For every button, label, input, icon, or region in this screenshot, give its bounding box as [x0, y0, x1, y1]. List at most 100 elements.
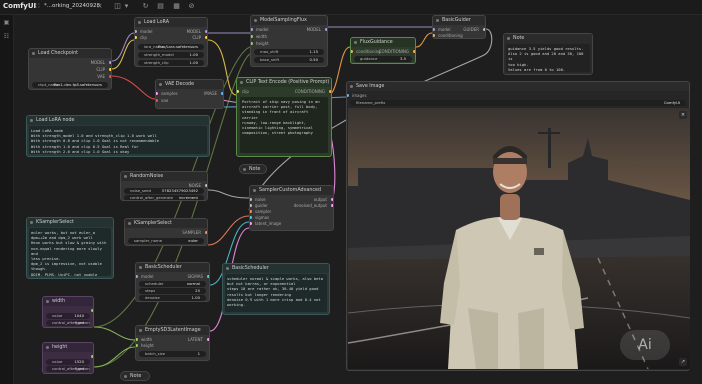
generated-image-preview[interactable]: × Ai ↗	[348, 108, 690, 369]
output-conditioning-socket[interactable]	[413, 50, 415, 53]
node-note-load-lora[interactable]: Load LoRA node Load LoRA node With stren…	[26, 115, 210, 157]
output-clip-socket[interactable]	[109, 68, 111, 71]
node-note-collapsed[interactable]: Note	[239, 164, 267, 174]
output-denoised-socket[interactable]	[331, 204, 333, 207]
input-clip-socket[interactable]	[135, 36, 137, 39]
input-model-socket[interactable]	[251, 28, 253, 31]
queue-icon[interactable]: ☷	[3, 33, 10, 40]
node-width-primitive[interactable]: width value 1040 control_after_generatefi…	[42, 296, 94, 328]
input-latent-socket[interactable]	[250, 222, 252, 225]
node-note-guidance[interactable]: Note guidance 3.5 yields good results. A…	[503, 33, 593, 75]
strength-clip-widget[interactable]: strength_clip 1.00	[138, 60, 204, 66]
node-note-ksampler-select[interactable]: KSamplerSelect euler works, but not eule…	[26, 217, 114, 279]
sampler-name-widget[interactable]: sampler_name euler	[128, 238, 204, 244]
node-load-checkpoint[interactable]: Load Checkpoint MODEL CLIP VAE ckpt_name…	[28, 48, 112, 90]
input-height-socket[interactable]	[251, 42, 253, 45]
output-latent-socket[interactable]	[331, 198, 333, 201]
node-basic-guider[interactable]: BasicGuider model conditioning GUIDER	[432, 15, 486, 39]
input-label: clip	[140, 35, 147, 40]
clipboard-icon[interactable]: ▤	[156, 2, 165, 11]
output-sampler-socket[interactable]	[205, 231, 207, 234]
close-tab-icon[interactable]: ×	[95, 2, 104, 11]
node-ksampler-select[interactable]: KSamplerSelect SAMPLER sampler_name euler	[124, 218, 208, 246]
chevron-down-icon[interactable]: ▾	[122, 2, 131, 11]
note-text[interactable]: scheduler normal & simple works, also be…	[225, 274, 327, 312]
output-model-socket[interactable]	[205, 30, 207, 33]
input-height-socket[interactable]	[136, 344, 138, 347]
output-latent-socket[interactable]	[207, 338, 209, 341]
workflow-menu-icon[interactable]: ∷	[33, 2, 42, 11]
input-images-socket[interactable]	[347, 94, 349, 97]
output-guider-socket[interactable]	[483, 28, 485, 31]
output-vae-socket[interactable]	[109, 75, 111, 78]
input-width-socket[interactable]	[251, 35, 253, 38]
output-image-socket[interactable]	[221, 92, 223, 95]
input-model-socket[interactable]	[136, 275, 138, 278]
input-vae-socket[interactable]	[156, 99, 158, 102]
node-load-lora[interactable]: Load LoRA model clip MODEL CLIP lora_nam…	[134, 17, 208, 67]
input-conditioning-socket[interactable]	[433, 34, 435, 37]
ckpt-name-widget[interactable]: ckpt_name flux1-dev-fp8.safetensors	[32, 82, 108, 88]
input-noise-socket[interactable]	[250, 198, 252, 201]
graph-canvas[interactable]: Load LoRA model clip MODEL CLIP lora_nam…	[14, 15, 702, 384]
output-sigmas-socket[interactable]	[207, 275, 209, 278]
input-model-socket[interactable]	[135, 30, 137, 33]
height-value-widget[interactable]: value 1520	[46, 359, 90, 365]
node-note-bottom-collapsed[interactable]: Note	[120, 371, 150, 381]
filename-prefix-widget[interactable]: filename_prefix ComfyUI	[350, 100, 686, 106]
node-sampler-custom-advanced[interactable]: SamplerCustomAdvanced noise guider sampl…	[249, 185, 334, 231]
input-samples-socket[interactable]	[156, 92, 158, 95]
steps-widget[interactable]: steps 25	[139, 288, 206, 294]
noise-seed-widget[interactable]: noise_seed 578234579023492	[124, 188, 204, 194]
prompt-textarea[interactable]: Portrait of ship navy posing in an aircr…	[240, 97, 328, 153]
control-after-generate-widget[interactable]: control_after_generate increment	[124, 195, 204, 200]
width-control-widget[interactable]: control_after_generatefixed	[46, 320, 90, 326]
node-random-noise[interactable]: RandomNoise NOISE noise_seed 578234579023…	[120, 171, 208, 201]
refresh-icon[interactable]: ↻	[141, 2, 150, 11]
input-sampler-socket[interactable]	[250, 210, 252, 213]
output-model-socket[interactable]	[325, 28, 327, 31]
input-sigmas-socket[interactable]	[250, 216, 252, 219]
node-library-icon[interactable]: ▣	[3, 19, 10, 26]
strength-model-widget[interactable]: strength_model 1.00	[138, 52, 204, 58]
max-shift-widget[interactable]: max_shift 1.15	[254, 49, 324, 55]
input-guider-socket[interactable]	[250, 204, 252, 207]
node-vae-decode[interactable]: VAE Decode samples vae IMAGE	[155, 79, 224, 109]
lora-name-widget[interactable]: lora_name flux/Lora.safetensors	[138, 44, 204, 50]
batch-size-widget[interactable]: batch_size 1	[139, 351, 206, 357]
output-model-socket[interactable]	[109, 61, 111, 64]
output-int-socket[interactable]	[91, 309, 93, 312]
node-note-basic-scheduler[interactable]: BasicScheduler scheduler normal & simple…	[222, 263, 330, 315]
width-value-widget[interactable]: value 1040	[46, 313, 90, 319]
output-noise-socket[interactable]	[205, 184, 207, 187]
save-icon[interactable]: ◫	[113, 2, 122, 11]
note-text[interactable]: Load LoRA node With strength_model 1.0 a…	[29, 126, 207, 154]
widget-label: value	[52, 313, 63, 318]
node-title: Load LoRA	[135, 18, 207, 27]
node-height-primitive[interactable]: height value 1520 control_after_generatef…	[42, 342, 94, 374]
node-basic-scheduler[interactable]: BasicScheduler model SIGMAS scheduler nor…	[135, 262, 210, 302]
close-preview-button[interactable]: ×	[679, 111, 687, 119]
node-flux-guidance[interactable]: FluxGuidance conditioning CONDITIONING g…	[350, 37, 416, 64]
workflow-tab-title[interactable]: *...orking_20240928	[44, 3, 100, 9]
guidance-widget[interactable]: guidance 3.5	[354, 56, 412, 62]
output-conditioning-socket[interactable]	[329, 90, 331, 93]
note-text[interactable]: guidance 3.5 yields good results. Also 2…	[506, 44, 590, 72]
input-model-socket[interactable]	[433, 28, 435, 31]
denoise-widget[interactable]: denoise 1.00	[139, 295, 206, 301]
image-gallery-icon[interactable]: ▦	[172, 2, 181, 11]
node-empty-sd3-latent-image[interactable]: EmptySD3LatentImage width height LATENT …	[135, 325, 210, 361]
output-int-socket[interactable]	[91, 355, 93, 358]
output-clip-socket[interactable]	[205, 36, 207, 39]
input-width-socket[interactable]	[136, 338, 138, 341]
expand-preview-button[interactable]: ↗	[679, 358, 687, 366]
height-control-widget[interactable]: control_after_generatefixed	[46, 366, 90, 372]
note-text[interactable]: euler works, but not euler_a dpm++2m and…	[29, 228, 111, 276]
cancel-icon[interactable]: ⊘	[187, 2, 196, 11]
base-shift-widget[interactable]: base_shift 0.50	[254, 57, 324, 63]
input-clip-socket[interactable]	[237, 90, 239, 93]
node-clip-text-encode[interactable]: CLIP Text Encode (Positive Prompt) clip …	[236, 77, 332, 157]
scheduler-widget[interactable]: scheduler normal	[139, 281, 206, 287]
node-model-sampling-flux[interactable]: ModelSamplingFlux model width height MOD…	[250, 15, 328, 67]
input-conditioning-socket[interactable]	[351, 50, 353, 53]
